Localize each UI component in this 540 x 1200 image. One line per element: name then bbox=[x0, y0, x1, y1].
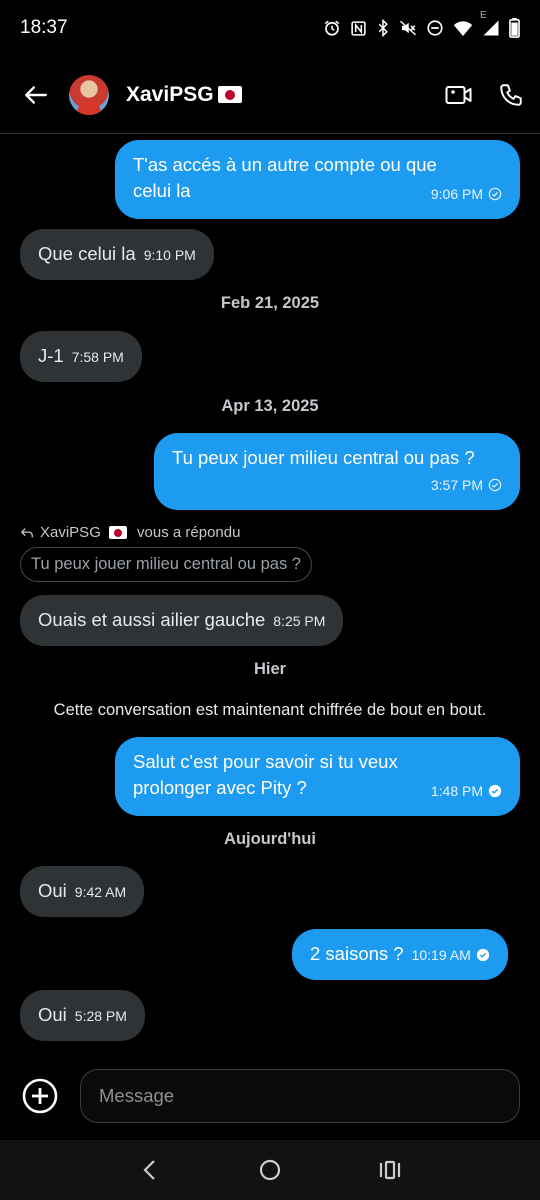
voice-call-button[interactable] bbox=[496, 80, 526, 110]
message-text: Ouais et aussi ailier gauche bbox=[38, 609, 266, 630]
message-time: 7:58 PM bbox=[71, 349, 124, 365]
reply-who: XaviPSG bbox=[40, 524, 101, 541]
message-thread[interactable]: T'as accés à un autre compte ou que celu… bbox=[0, 134, 540, 1052]
message-bubble-outgoing[interactable]: Tu peux jouer milieu central ou pas ? 3:… bbox=[154, 433, 520, 510]
nav-recents-icon bbox=[379, 1160, 401, 1180]
message-time: 9:10 PM bbox=[143, 247, 196, 263]
bluetooth-icon bbox=[376, 19, 390, 37]
reply-quote[interactable]: Tu peux jouer milieu central ou pas ? bbox=[20, 547, 312, 582]
nav-recents-button[interactable] bbox=[375, 1155, 405, 1185]
contact-name-container[interactable]: XaviPSG bbox=[126, 83, 242, 107]
status-bar: 18:37 E bbox=[0, 0, 540, 56]
message-time: 9:06 PM bbox=[430, 186, 483, 202]
flag-japan-icon bbox=[217, 86, 242, 103]
message-bubble-incoming[interactable]: Oui 5:28 PM bbox=[20, 990, 145, 1041]
date-separator: Apr 13, 2025 bbox=[221, 397, 319, 415]
message-time: 8:25 PM bbox=[273, 613, 326, 629]
message-bubble-incoming[interactable]: Ouais et aussi ailier gauche 8:25 PM bbox=[20, 595, 344, 646]
contact-name: XaviPSG bbox=[126, 82, 214, 106]
status-icons: E bbox=[323, 11, 520, 38]
message-text: 2 saisons ? bbox=[310, 943, 404, 964]
message-text: Oui bbox=[38, 1004, 67, 1025]
contact-avatar[interactable] bbox=[69, 74, 109, 115]
message-time: 1:48 PM bbox=[430, 783, 483, 799]
message-bubble-outgoing[interactable]: Salut c'est pour savoir si tu veux prolo… bbox=[115, 737, 520, 816]
reply-info: XaviPSG vous a répondu bbox=[20, 524, 240, 541]
message-input[interactable]: Message bbox=[80, 1069, 520, 1123]
system-nav-bar bbox=[0, 1140, 540, 1200]
message-text: Que celui la bbox=[38, 243, 136, 264]
date-separator: Feb 21, 2025 bbox=[220, 294, 320, 312]
mute-icon bbox=[399, 19, 417, 37]
date-separator: Aujourd'hui bbox=[224, 830, 316, 848]
message-bubble-incoming[interactable]: Que celui la 9:10 PM bbox=[20, 229, 214, 280]
read-check-icon bbox=[476, 948, 489, 962]
message-time: 9:42 AM bbox=[74, 884, 127, 900]
reply-arrow-icon bbox=[20, 527, 33, 537]
add-attachment-button[interactable] bbox=[22, 1078, 58, 1114]
message-time: 5:28 PM bbox=[74, 1008, 127, 1024]
signal-icon: E bbox=[480, 11, 500, 37]
message-text: Tu peux jouer milieu central ou pas ? bbox=[172, 447, 475, 468]
message-text: Oui bbox=[38, 880, 67, 901]
message-text: J-1 bbox=[38, 345, 64, 366]
conversation-header: XaviPSG bbox=[0, 56, 540, 134]
sent-check-icon bbox=[488, 187, 502, 201]
message-bubble-outgoing[interactable]: 2 saisons ? 10:19 AM bbox=[292, 929, 508, 980]
date-separator: Hier bbox=[253, 660, 287, 678]
nfc-icon bbox=[350, 20, 367, 37]
back-button[interactable] bbox=[19, 78, 53, 112]
wifi-icon bbox=[453, 20, 473, 37]
sent-check-icon bbox=[488, 478, 502, 492]
encryption-notice: Cette conversation est maintenant chiffr… bbox=[53, 701, 487, 719]
message-time: 10:19 AM bbox=[411, 947, 471, 963]
video-camera-icon bbox=[445, 85, 472, 104]
message-bubble-incoming[interactable]: Oui 9:42 AM bbox=[20, 866, 145, 917]
message-composer: Message bbox=[0, 1052, 540, 1140]
alarm-icon bbox=[323, 19, 341, 37]
nav-home-button[interactable] bbox=[255, 1155, 285, 1185]
network-letter: E bbox=[480, 10, 487, 21]
nav-back-icon bbox=[143, 1160, 155, 1180]
message-bubble-outgoing[interactable]: T'as accés à un autre compte ou que celu… bbox=[115, 140, 520, 219]
nav-home-icon bbox=[259, 1159, 281, 1181]
read-check-icon bbox=[488, 784, 502, 798]
message-bubble-incoming[interactable]: J-1 7:58 PM bbox=[20, 331, 142, 382]
phone-icon bbox=[500, 83, 522, 106]
back-arrow-icon bbox=[25, 85, 47, 104]
dnd-icon bbox=[426, 19, 444, 37]
message-time: 3:57 PM bbox=[430, 477, 483, 493]
reply-suffix: vous a répondu bbox=[132, 524, 241, 541]
flag-japan-icon bbox=[108, 526, 127, 539]
video-call-button[interactable] bbox=[444, 80, 474, 110]
nav-back-button[interactable] bbox=[135, 1155, 165, 1185]
battery-icon bbox=[509, 18, 520, 38]
status-time: 18:37 bbox=[20, 17, 68, 38]
